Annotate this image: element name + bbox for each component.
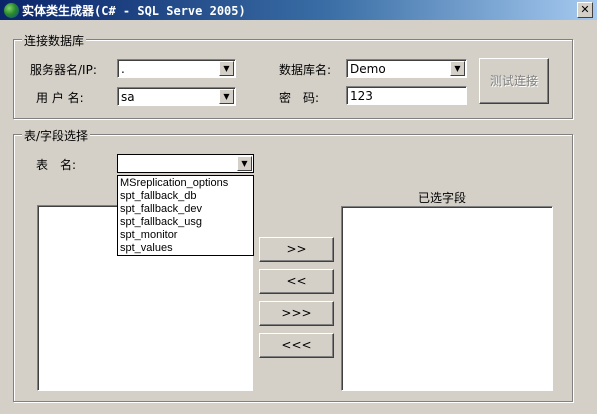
database-value: Demo <box>350 62 386 76</box>
dropdown-option[interactable]: spt_fallback_usg <box>118 216 253 229</box>
dropdown-option[interactable]: spt_values <box>118 242 253 255</box>
table-name-dropdown[interactable]: MSreplication_options spt_fallback_db sp… <box>117 175 254 256</box>
password-label: 密 码: <box>279 91 320 105</box>
database-label: 数据库名: <box>279 63 332 77</box>
remove-all-fields-button[interactable]: <<< <box>259 333 334 358</box>
user-value: sa <box>121 90 135 104</box>
password-value: 123 <box>350 89 373 103</box>
server-label: 服务器名/IP: <box>30 63 97 77</box>
server-combo[interactable]: . ▼ <box>117 59 236 78</box>
chevron-down-icon[interactable]: ▼ <box>219 61 234 76</box>
selected-fields-label: 已选字段 <box>418 191 467 205</box>
chevron-down-icon[interactable]: ▼ <box>219 89 234 104</box>
server-value: . <box>121 62 125 76</box>
main-window: 实体类生成器(C# - SQL Serve 2005) ✕ 连接数据库 服务器名… <box>0 0 597 414</box>
add-field-button[interactable]: >> <box>259 237 334 262</box>
remove-field-button[interactable]: << <box>259 269 334 294</box>
user-combo[interactable]: sa ▼ <box>117 87 236 106</box>
table-name-label: 表 名: <box>36 158 77 172</box>
chevron-down-icon[interactable]: ▼ <box>237 156 252 171</box>
connection-group-legend: 连接数据库 <box>22 32 87 49</box>
close-button[interactable]: ✕ <box>577 2 593 18</box>
password-field[interactable]: 123 <box>346 86 467 105</box>
dropdown-option[interactable]: MSreplication_options <box>118 177 253 190</box>
database-combo[interactable]: Demo ▼ <box>346 59 467 78</box>
dropdown-option[interactable]: spt_fallback_db <box>118 190 253 203</box>
close-icon: ✕ <box>580 3 590 16</box>
app-icon <box>3 2 20 19</box>
test-connection-button[interactable]: 测试连接 <box>479 58 549 104</box>
window-title: 实体类生成器(C# - SQL Serve 2005) <box>22 4 246 18</box>
dropdown-option[interactable]: spt_fallback_dev <box>118 203 253 216</box>
chevron-down-icon[interactable]: ▼ <box>450 61 465 76</box>
title-bar[interactable]: 实体类生成器(C# - SQL Serve 2005) ✕ <box>0 0 597 20</box>
field-selection-legend: 表/字段选择 <box>22 127 91 144</box>
user-label: 用 户 名: <box>36 91 84 105</box>
dropdown-option[interactable]: spt_monitor <box>118 229 253 242</box>
add-all-fields-button[interactable]: >>> <box>259 301 334 326</box>
table-name-combo[interactable]: ▼ <box>117 154 254 173</box>
selected-fields-list[interactable] <box>341 206 553 391</box>
